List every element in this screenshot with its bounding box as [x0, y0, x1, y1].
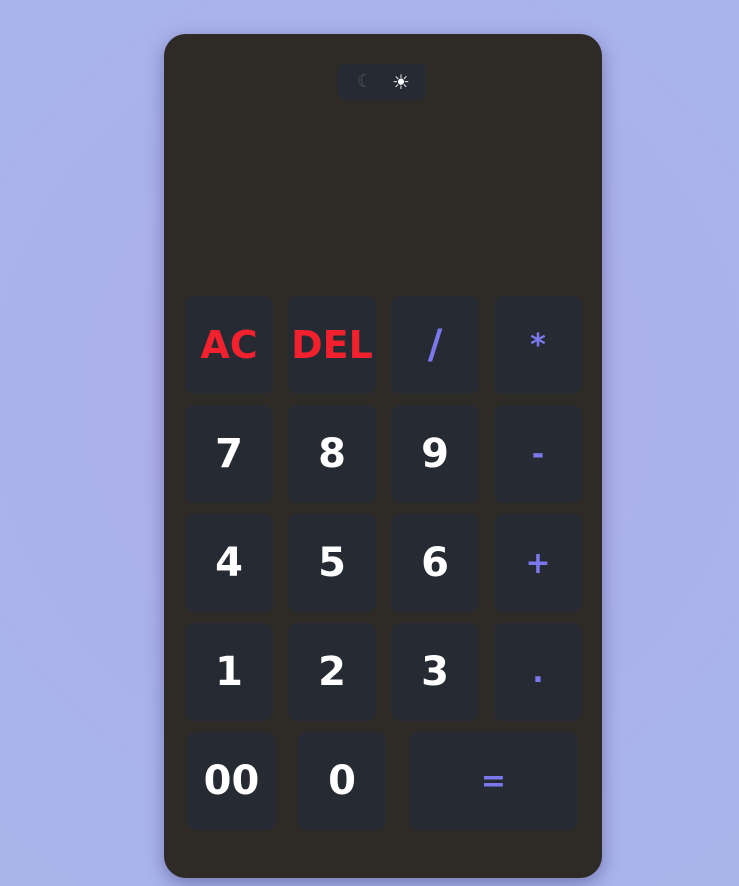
- digit-2-button[interactable]: 2: [288, 623, 376, 721]
- delete-button[interactable]: DEL: [288, 296, 376, 394]
- moon-icon[interactable]: ☾: [350, 64, 380, 100]
- digit-4-button[interactable]: 4: [185, 514, 273, 612]
- sun-icon[interactable]: ☀: [386, 64, 416, 100]
- multiply-button[interactable]: *: [494, 296, 582, 394]
- calculator: ☾ ☀ AC DEL / * 7 8 9 - 4 5 6 + 1 2 3 . 0…: [164, 34, 602, 878]
- digit-1-button[interactable]: 1: [185, 623, 273, 721]
- divide-button[interactable]: /: [391, 296, 479, 394]
- add-button[interactable]: +: [494, 514, 582, 612]
- digit-6-button[interactable]: 6: [391, 514, 479, 612]
- subtract-button[interactable]: -: [494, 405, 582, 503]
- digit-8-button[interactable]: 8: [288, 405, 376, 503]
- digit-3-button[interactable]: 3: [391, 623, 479, 721]
- digit-5-button[interactable]: 5: [288, 514, 376, 612]
- digit-7-button[interactable]: 7: [185, 405, 273, 503]
- double-zero-button[interactable]: 00: [187, 732, 276, 830]
- display: [184, 114, 582, 284]
- digit-0-button[interactable]: 0: [298, 732, 386, 830]
- equals-button[interactable]: =: [409, 732, 578, 830]
- digit-9-button[interactable]: 9: [391, 405, 479, 503]
- decimal-button[interactable]: .: [494, 623, 582, 721]
- clear-button[interactable]: AC: [185, 296, 273, 394]
- theme-toggle[interactable]: ☾ ☀: [338, 64, 426, 100]
